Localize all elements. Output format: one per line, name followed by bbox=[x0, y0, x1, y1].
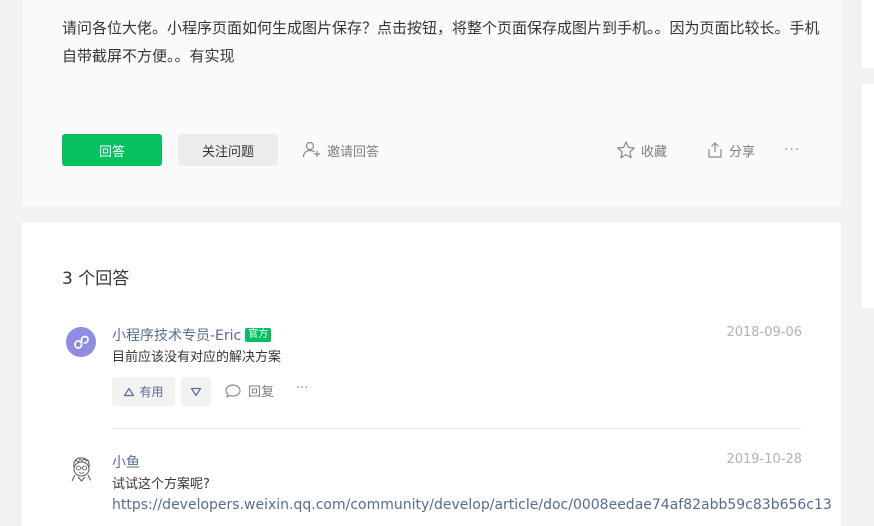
answer-more-button[interactable]: ··· bbox=[296, 381, 308, 396]
star-icon bbox=[617, 141, 635, 159]
share-button[interactable]: 分享 bbox=[706, 139, 755, 161]
sidebar-card bbox=[862, 84, 874, 308]
answer-button[interactable]: 回答 bbox=[62, 134, 162, 166]
collect-label: 收藏 bbox=[641, 144, 668, 160]
comment-icon bbox=[225, 383, 241, 398]
answers-card: 3 个回答 小程序技术专员-Eric 官方 2018-09-06 目前应该没有对… bbox=[22, 222, 841, 526]
answers-count: 3 个回答 bbox=[62, 269, 130, 289]
divider bbox=[112, 428, 802, 429]
reply-label: 回复 bbox=[248, 385, 275, 400]
reply-button[interactable]: 回复 bbox=[224, 381, 274, 400]
share-label: 分享 bbox=[729, 144, 756, 160]
answer-date: 2018-09-06 bbox=[726, 325, 802, 340]
invite-answer-button[interactable]: 邀请回答 bbox=[302, 139, 379, 161]
useful-label: 有用 bbox=[139, 385, 164, 399]
question-text: 请问各位大佬。小程序页面如何生成图片保存？点击按钮，将整个页面保存成图片到手机。… bbox=[62, 19, 820, 65]
collect-button[interactable]: 收藏 bbox=[616, 139, 667, 161]
answer-link[interactable]: https://developers.weixin.qq.com/communi… bbox=[112, 497, 832, 513]
more-options-button[interactable]: ··· bbox=[784, 139, 800, 161]
question-card: 请问各位大佬。小程序页面如何生成图片保存？点击按钮，将整个页面保存成图片到手机。… bbox=[22, 0, 841, 206]
mini-program-icon bbox=[74, 335, 89, 349]
useful-button[interactable]: 有用 bbox=[112, 377, 175, 406]
triangle-down-icon bbox=[190, 387, 202, 396]
triangle-up-icon bbox=[124, 387, 135, 396]
sidebar-card bbox=[862, 0, 874, 68]
add-user-icon bbox=[302, 141, 320, 158]
follow-question-button[interactable]: 关注问题 bbox=[178, 134, 278, 166]
answer-content: 目前应该没有对应的解决方案 bbox=[112, 350, 282, 365]
share-icon bbox=[708, 142, 722, 158]
answer-date: 2019-10-28 bbox=[726, 452, 802, 467]
avatar[interactable] bbox=[66, 327, 96, 357]
not-useful-button[interactable] bbox=[181, 377, 211, 406]
avatar[interactable] bbox=[66, 454, 96, 484]
author-name-text: 小程序技术专员-Eric bbox=[112, 328, 242, 344]
author-name[interactable]: 小鱼 bbox=[112, 452, 140, 472]
sketch-avatar-icon bbox=[70, 457, 93, 484]
invite-answer-label: 邀请回答 bbox=[327, 144, 380, 160]
answer-content: 试试这个方案呢? bbox=[112, 477, 210, 492]
author-name[interactable]: 小程序技术专员-Eric 官方 bbox=[112, 325, 272, 345]
author-name-text: 小鱼 bbox=[112, 455, 140, 471]
official-badge: 官方 bbox=[245, 328, 272, 342]
